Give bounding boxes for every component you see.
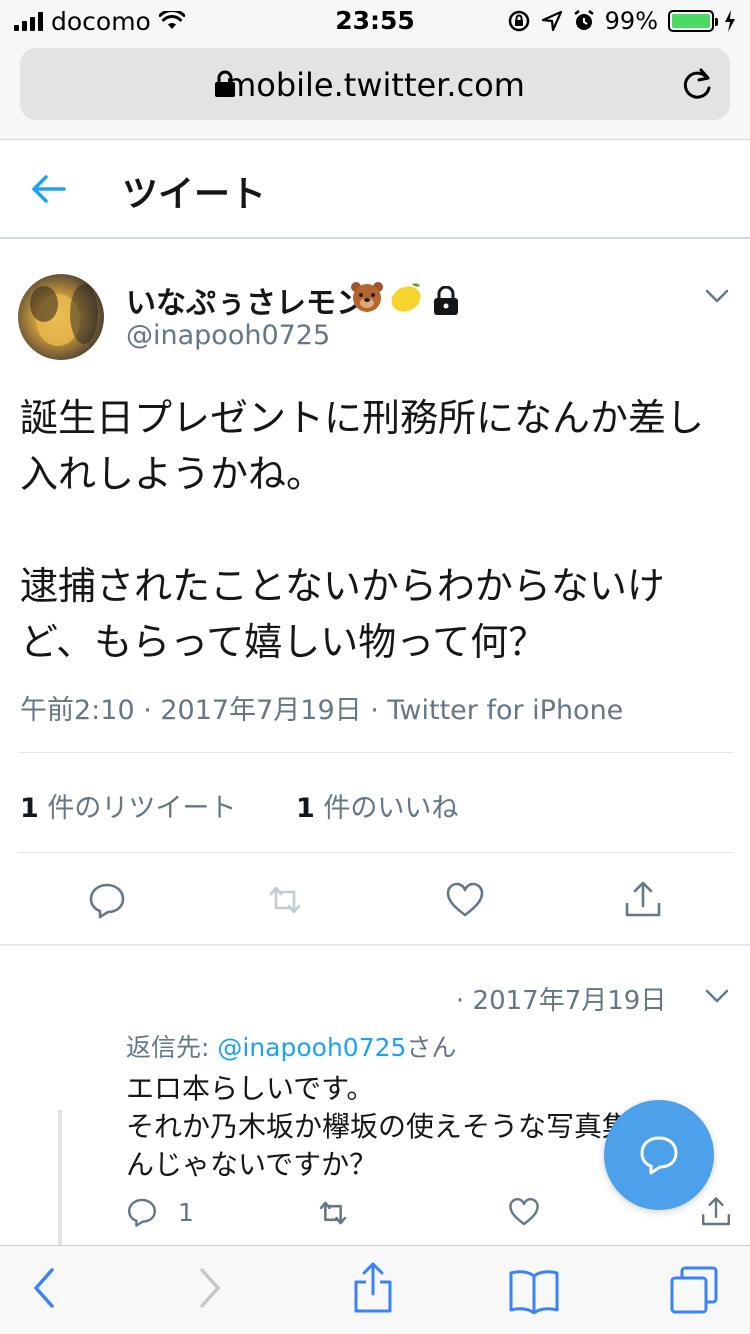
like-icon[interactable] — [508, 1196, 540, 1228]
reply-reply-count: 1 — [178, 1198, 194, 1227]
reply-to-suffix: さん — [406, 1033, 457, 1062]
reply-to-mention[interactable]: @inapooh0725 — [217, 1033, 406, 1062]
page-header: ツイート — [0, 141, 750, 239]
protected-lock-icon — [434, 286, 458, 315]
charging-icon — [725, 10, 735, 32]
avatar-photo — [30, 284, 98, 346]
page-title: ツイート — [122, 174, 267, 215]
location-icon — [541, 10, 562, 32]
tweet-meta: 午前2:10 · 2017年7月19日 · Twitter for iPhone — [20, 695, 624, 726]
like-label: 件のいいね — [323, 793, 459, 824]
reply-icon[interactable] — [126, 1196, 158, 1228]
url-text: mobile.twitter.com — [225, 66, 525, 104]
browser-back-icon[interactable] — [30, 1266, 56, 1310]
battery-icon — [668, 10, 718, 32]
browser-forward-icon[interactable] — [198, 1266, 224, 1310]
reply-date: · 2017年7月19日 — [456, 986, 667, 1016]
reply-icon[interactable] — [87, 880, 127, 920]
compose-button[interactable] — [604, 1100, 714, 1210]
back-arrow-icon[interactable] — [28, 171, 68, 207]
browser-toolbar — [0, 1245, 750, 1334]
retweet-icon[interactable] — [316, 1196, 350, 1230]
section-divider — [0, 944, 750, 946]
share-icon[interactable] — [700, 1196, 732, 1228]
retweet-stat[interactable]: 1 件のリツイート — [20, 786, 236, 825]
lemon-icon — [391, 283, 421, 312]
like-stat[interactable]: 1 件のいいね — [296, 786, 458, 825]
reply-to-prefix: 返信先: — [126, 1033, 218, 1062]
divider — [18, 852, 733, 853]
browser-chrome: mobile.twitter.com — [0, 40, 750, 140]
compose-reply-icon — [640, 1136, 678, 1175]
address-bar[interactable]: mobile.twitter.com — [20, 48, 730, 120]
share-icon[interactable] — [623, 880, 663, 920]
browser-share-icon[interactable] — [352, 1260, 394, 1314]
status-indicators: 99% — [507, 6, 736, 36]
divider — [18, 752, 733, 753]
alarm-icon — [573, 10, 594, 30]
like-icon[interactable] — [445, 880, 485, 920]
retweet-label: 件のリツイート — [47, 793, 237, 824]
rotation-lock-icon — [508, 10, 529, 32]
tweet-text: 誕生日プレゼントに刑務所になんか差し入れしようかね。 逮捕されたことないからわか… — [20, 396, 705, 664]
user-handle[interactable]: @inapooh0725 — [126, 320, 330, 351]
chevron-down-icon[interactable] — [704, 286, 730, 306]
thread-line — [58, 1110, 62, 1250]
status-bar: docomo 23:55 99% — [0, 0, 750, 40]
retweet-icon[interactable] — [265, 880, 305, 920]
reload-icon[interactable] — [680, 66, 714, 102]
display-name[interactable]: いなぷぅさレモン — [126, 278, 366, 322]
bookmarks-icon[interactable] — [508, 1268, 560, 1314]
like-count: 1 — [296, 793, 315, 824]
battery-percent: 99% — [604, 7, 658, 35]
tabs-icon[interactable] — [668, 1264, 720, 1316]
avatar[interactable] — [18, 274, 104, 360]
chevron-down-icon[interactable] — [704, 986, 730, 1006]
reply-to: 返信先: @inapooh0725さん — [126, 1028, 456, 1064]
retweet-count: 1 — [20, 793, 39, 824]
bear-face-icon — [351, 282, 383, 312]
